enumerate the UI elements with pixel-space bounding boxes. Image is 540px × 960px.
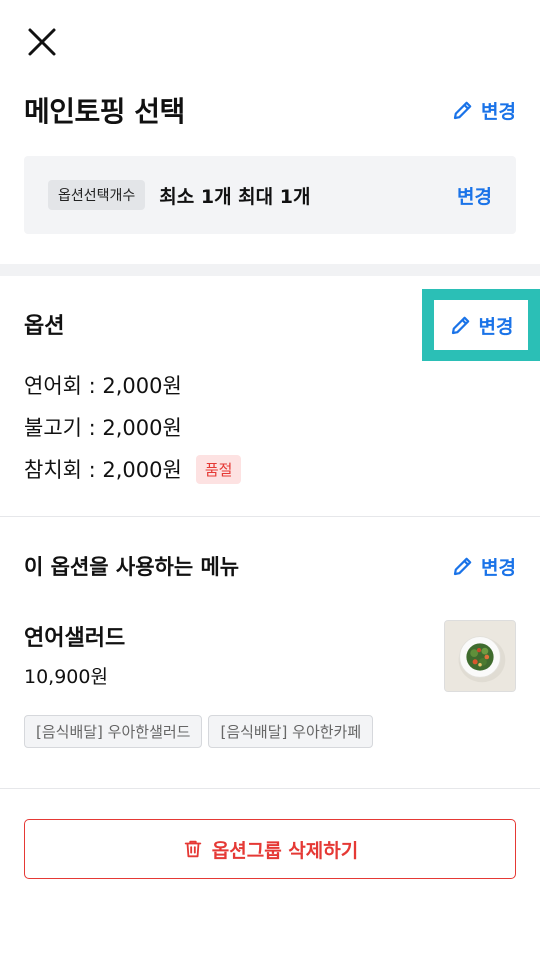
store-tag: [음식배달] 우아한카페 — [208, 715, 374, 748]
store-tag: [음식배달] 우아한샐러드 — [24, 715, 203, 748]
option-item: 연어회 : 2,000원 — [24, 364, 516, 406]
divider — [0, 788, 540, 789]
section-divider — [0, 264, 540, 276]
option-count-edit-button[interactable]: 변경 — [457, 182, 492, 209]
delete-button-label: 옵션그룹 삭제하기 — [211, 839, 359, 862]
close-button[interactable] — [22, 22, 62, 62]
option-count-box: 옵션선택개수 최소 1개 최대 1개 변경 — [24, 156, 516, 234]
pencil-icon — [453, 557, 472, 576]
option-count-chip: 옵션선택개수 — [48, 180, 146, 210]
header: 메인토핑 선택 변경 — [24, 88, 516, 132]
menus-header: 이 옵션을 사용하는 메뉴 변경 — [24, 546, 516, 586]
option-label: 불고기 : 2,000원 — [24, 416, 182, 440]
pencil-icon — [451, 316, 469, 335]
salad-image — [445, 621, 515, 691]
option-label: 연어회 : 2,000원 — [24, 374, 182, 398]
option-item: 불고기 : 2,000원 — [24, 406, 516, 448]
menus-edit-button[interactable]: 변경 — [451, 553, 516, 580]
store-tag-list: [음식배달] 우아한샐러드 [음식배달] 우아한카페 — [24, 715, 379, 748]
title-edit-label: 변경 — [481, 100, 516, 123]
soldout-badge: 품절 — [195, 454, 242, 484]
options-title: 옵션 — [24, 314, 65, 339]
options-edit-link[interactable]: 변경 — [449, 312, 514, 339]
trash-icon — [184, 840, 202, 858]
close-icon — [28, 28, 56, 56]
option-item: 참치회 : 2,000원 품절 — [24, 448, 516, 490]
menu-thumbnail — [444, 620, 516, 692]
option-count-value: 최소 1개 최대 1개 — [159, 185, 311, 208]
page-title: 메인토핑 선택 — [24, 95, 185, 128]
title-edit-button[interactable]: 변경 — [451, 97, 516, 124]
menus-title: 이 옵션을 사용하는 메뉴 — [24, 555, 240, 579]
option-list: 연어회 : 2,000원 불고기 : 2,000원 참치회 : 2,000원 품… — [24, 364, 516, 490]
menu-name: 연어샐러드 — [24, 626, 126, 651]
option-label: 참치회 : 2,000원 — [24, 458, 182, 482]
options-edit-label: 변경 — [478, 315, 514, 338]
options-edit-button[interactable]: 변경 — [434, 300, 528, 350]
pencil-icon — [453, 101, 472, 120]
menus-edit-label: 변경 — [481, 556, 516, 579]
delete-option-group-button[interactable]: 옵션그룹 삭제하기 — [24, 819, 516, 879]
menu-price: 10,900원 — [24, 666, 108, 688]
divider — [0, 516, 540, 517]
